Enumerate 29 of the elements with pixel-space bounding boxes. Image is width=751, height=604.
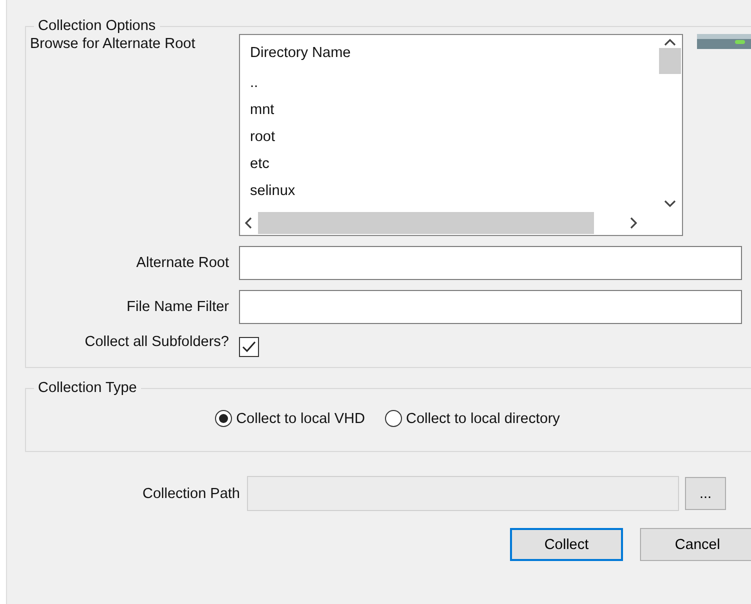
field-label: Alternate Root bbox=[135, 255, 230, 271]
dialog-button[interactable]: Collect bbox=[510, 528, 623, 561]
column-header: Directory Name bbox=[250, 45, 352, 61]
dialog-button[interactable]: Cancel bbox=[640, 528, 751, 561]
scroll-up-icon[interactable] bbox=[664, 38, 676, 46]
checkmark-icon bbox=[242, 341, 256, 353]
field-label: File Name Filter bbox=[126, 299, 230, 315]
scroll-left-icon[interactable] bbox=[244, 217, 252, 229]
directory-list[interactable]: Directory Name .. mnt root etc selinux bbox=[239, 34, 683, 236]
scroll-down-icon[interactable] bbox=[664, 200, 676, 208]
group-title: Collection Options bbox=[37, 18, 157, 34]
text-field[interactable] bbox=[239, 246, 742, 280]
group-title: Collection Type bbox=[37, 380, 138, 396]
directory-item[interactable]: selinux bbox=[250, 178, 658, 205]
scroll-right-icon[interactable] bbox=[630, 217, 638, 229]
scrollbar-thumb[interactable] bbox=[659, 48, 681, 74]
directory-item[interactable]: .. bbox=[250, 70, 658, 97]
radio-option[interactable]: Collect to local directory bbox=[385, 410, 560, 427]
checkbox-label: Collect all Subfolders? bbox=[84, 334, 230, 350]
directory-item[interactable]: etc bbox=[250, 151, 658, 178]
checkbox[interactable] bbox=[239, 337, 259, 357]
drive-icon bbox=[697, 32, 751, 50]
text-field[interactable] bbox=[239, 290, 742, 324]
scrollbar-thumb[interactable] bbox=[258, 212, 594, 234]
radio-option[interactable]: Collect to local VHD bbox=[215, 410, 365, 427]
directory-item[interactable]: mnt bbox=[250, 97, 658, 124]
field-label: Browse for Alternate Root bbox=[30, 36, 196, 52]
directory-item[interactable]: root bbox=[250, 124, 658, 151]
field-label: Collection Path bbox=[141, 486, 241, 502]
